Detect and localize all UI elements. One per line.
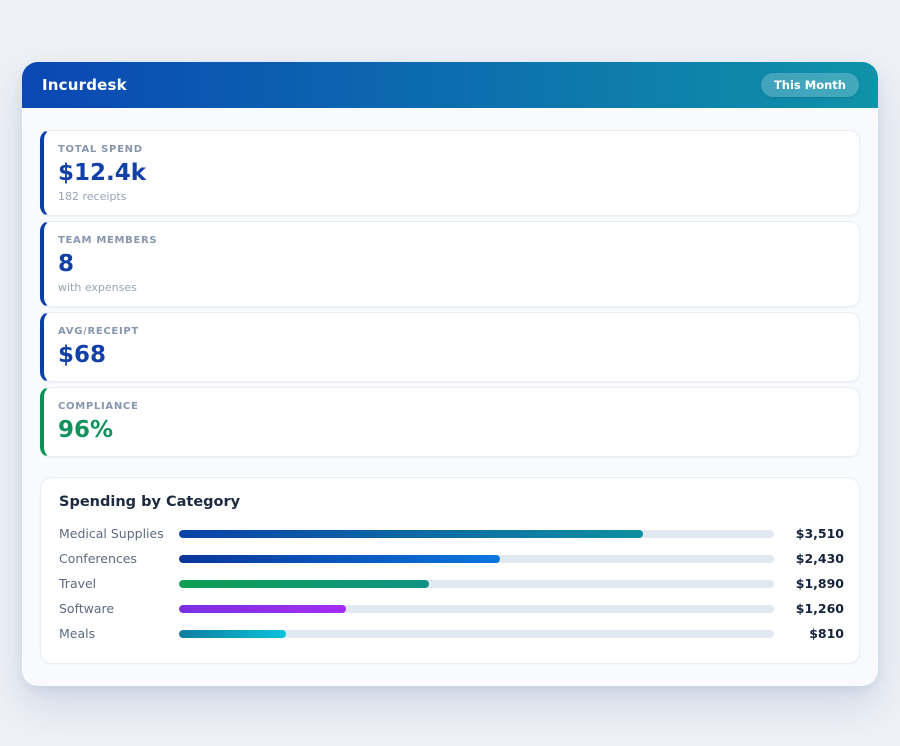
chart-rows: Medical Supplies $3,510 Conferences $2,4… — [59, 521, 844, 646]
stat-subtext: with expenses — [58, 281, 841, 295]
chart-title: Spending by Category — [59, 494, 844, 510]
chart-row-label: Conferences — [59, 551, 179, 566]
stat-card: TOTAL SPEND $12.4k 182 receipts — [40, 130, 860, 216]
chart-row-label: Software — [59, 601, 179, 616]
app-title: Incurdesk — [42, 76, 127, 94]
chart-bar-track — [179, 630, 774, 638]
chart-bar-fill — [179, 555, 500, 563]
chart-row-value: $1,260 — [774, 601, 844, 616]
chart-bar-track — [179, 605, 774, 613]
chart-row-label: Medical Supplies — [59, 526, 179, 541]
stat-subtext: 182 receipts — [58, 190, 841, 204]
chart-row: Meals $810 — [59, 621, 844, 646]
stat-card: AVG/RECEIPT $68 — [40, 312, 860, 382]
stat-label: AVG/RECEIPT — [58, 325, 841, 338]
stat-value: 8 — [58, 249, 841, 279]
chart-row-label: Meals — [59, 626, 179, 641]
period-badge[interactable]: This Month — [761, 73, 859, 97]
stats-list: TOTAL SPEND $12.4k 182 receipts TEAM MEM… — [40, 130, 860, 457]
chart-bar-fill — [179, 630, 286, 638]
stat-label: TOTAL SPEND — [58, 143, 841, 156]
chart-bar-track — [179, 555, 774, 563]
chart-bar-fill — [179, 580, 429, 588]
spending-chart-card: Spending by Category Medical Supplies $3… — [40, 477, 860, 664]
chart-row: Conferences $2,430 — [59, 546, 844, 571]
stat-value: 96% — [58, 415, 841, 445]
chart-row-value: $2,430 — [774, 551, 844, 566]
chart-row: Travel $1,890 — [59, 571, 844, 596]
stat-label: TEAM MEMBERS — [58, 234, 841, 247]
app-header: Incurdesk This Month — [22, 62, 878, 108]
chart-bar-track — [179, 530, 774, 538]
panel-content: TOTAL SPEND $12.4k 182 receipts TEAM MEM… — [22, 108, 878, 664]
chart-row-value: $3,510 — [774, 526, 844, 541]
chart-row-value: $810 — [774, 626, 844, 641]
chart-row: Medical Supplies $3,510 — [59, 521, 844, 546]
chart-row-label: Travel — [59, 576, 179, 591]
dashboard-panel: Incurdesk This Month TOTAL SPEND $12.4k … — [22, 62, 878, 686]
stat-card: TEAM MEMBERS 8 with expenses — [40, 221, 860, 307]
chart-row: Software $1,260 — [59, 596, 844, 621]
stat-label: COMPLIANCE — [58, 400, 841, 413]
stat-card: COMPLIANCE 96% — [40, 387, 860, 457]
stat-value: $68 — [58, 340, 841, 370]
chart-bar-track — [179, 580, 774, 588]
chart-bar-fill — [179, 605, 346, 613]
chart-row-value: $1,890 — [774, 576, 844, 591]
chart-bar-fill — [179, 530, 643, 538]
stat-value: $12.4k — [58, 158, 841, 188]
